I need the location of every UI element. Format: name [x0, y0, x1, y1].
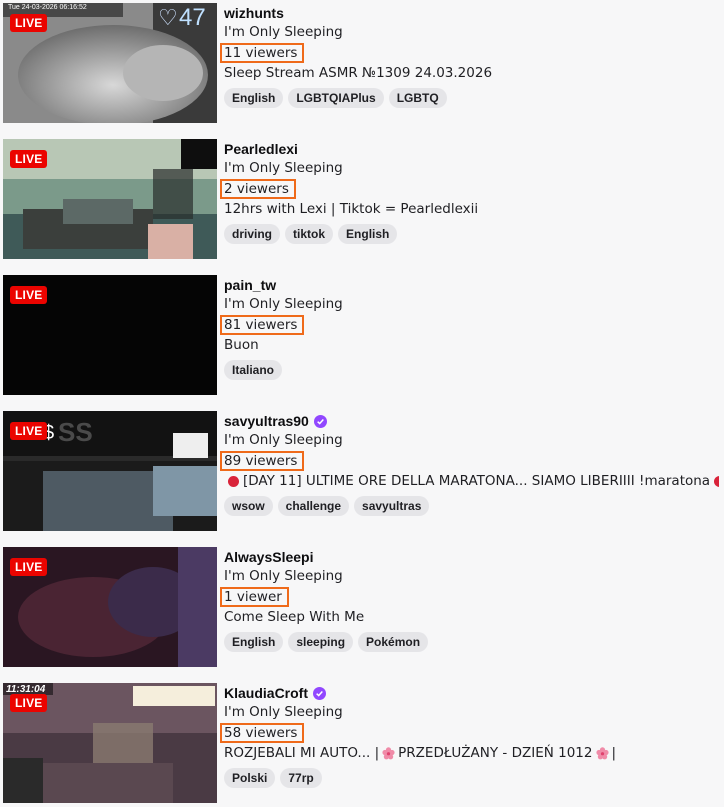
stream-info: KlaudiaCroft I'm Only Sleeping 58 viewer… [220, 683, 719, 788]
svg-text:SS: SS [58, 417, 93, 447]
stream-title[interactable]: Sleep Stream ASMR №1309 24.03.2026 [224, 64, 719, 83]
tag[interactable]: Polski [224, 768, 276, 788]
category-link[interactable]: I'm Only Sleeping [224, 23, 719, 42]
tag-list: English LGBTQIAPlus LGBTQ [224, 88, 719, 108]
channel-name-text[interactable]: wizhunts [224, 4, 284, 22]
tag[interactable]: LGBTQ [388, 88, 447, 108]
tag[interactable]: 77rp [280, 768, 322, 788]
category-link[interactable]: I'm Only Sleeping [224, 295, 719, 314]
channel-name[interactable]: AlwaysSleepi [224, 547, 719, 567]
viewer-count: 1 viewer [220, 587, 289, 607]
tag-list: driving tiktok English [224, 224, 719, 244]
tag[interactable]: driving [224, 224, 281, 244]
cherry-blossom-icon [382, 747, 395, 760]
tag[interactable]: Italiano [224, 360, 283, 380]
tag[interactable]: English [338, 224, 398, 244]
stream-title-text[interactable]: ROZJEBALI MI AUTO... | [224, 744, 379, 763]
stream-card[interactable]: Tue 24-03-2026 06:16:52 ♡ 47 LIVE wizhun… [3, 3, 719, 123]
live-badge: LIVE [10, 558, 48, 576]
tag[interactable]: challenge [277, 496, 350, 516]
stream-title[interactable]: [DAY 11] ULTIME ORE DELLA MARATONA... SI… [224, 472, 719, 491]
stream-title[interactable]: ROZJEBALI MI AUTO... | PRZEDŁUŻANY - DZI… [224, 744, 719, 763]
tag-list: English sleeping Pokémon [224, 632, 719, 652]
stream-title-text[interactable]: [DAY 11] ULTIME ORE DELLA MARATONA... SI… [243, 472, 710, 491]
stream-info: savyultras90 I'm Only Sleeping 89 viewer… [220, 411, 719, 516]
tag[interactable]: English [224, 632, 284, 652]
tag-list: wsow challenge savyultras [224, 496, 719, 516]
stream-card[interactable]: SS $ LIVE savyultras90 I'm Only Sleeping… [3, 411, 719, 531]
red-circle-emoji-icon [228, 476, 239, 487]
viewer-count: 2 viewers [220, 179, 296, 199]
live-badge: LIVE [10, 286, 48, 304]
overlay-like-count: 47 [179, 4, 206, 31]
stream-thumbnail[interactable]: Tue 24-03-2026 06:16:52 ♡ 47 LIVE [3, 3, 217, 123]
stream-thumbnail[interactable]: LIVE [3, 547, 217, 667]
live-badge: LIVE [10, 422, 48, 440]
stream-title[interactable]: Buon [224, 336, 719, 355]
stream-info: wizhunts I'm Only Sleeping 11 viewers Sl… [220, 3, 719, 108]
live-badge: LIVE [10, 150, 48, 168]
stream-thumbnail[interactable]: SS $ LIVE [3, 411, 217, 531]
viewer-count: 89 viewers [220, 451, 305, 471]
tag[interactable]: English [224, 88, 284, 108]
stream-info: pain_tw I'm Only Sleeping 81 viewers Buo… [220, 275, 719, 380]
cherry-blossom-icon [595, 747, 609, 760]
verified-badge-icon [313, 414, 327, 428]
tag[interactable]: savyultras [354, 496, 430, 516]
viewer-count: 81 viewers [220, 315, 305, 335]
tag[interactable]: Pokémon [358, 632, 429, 652]
stream-info: Pearledlexi I'm Only Sleeping 2 viewers … [220, 139, 719, 244]
stream-thumbnail[interactable]: 11:31:04 LIVE [3, 683, 217, 803]
overlay-date: Tue 24-03-2026 06:16:52 [8, 4, 87, 11]
tag-list: Polski 77rp [224, 768, 719, 788]
channel-name-text[interactable]: KlaudiaCroft [224, 684, 308, 702]
stream-card[interactable]: 11:31:04 LIVE KlaudiaCroft I'm Only Slee… [3, 683, 719, 803]
category-link[interactable]: I'm Only Sleeping [224, 567, 719, 586]
channel-name[interactable]: Pearledlexi [224, 139, 719, 159]
stream-card[interactable]: LIVE pain_tw I'm Only Sleeping 81 viewer… [3, 275, 719, 395]
viewer-count: 11 viewers [220, 43, 305, 63]
live-badge: LIVE [10, 694, 48, 712]
category-link[interactable]: I'm Only Sleeping [224, 703, 719, 722]
viewer-count: 58 viewers [220, 723, 305, 743]
channel-name-text[interactable]: AlwaysSleepi [224, 548, 314, 566]
red-circle-emoji-icon [714, 476, 719, 487]
category-link[interactable]: I'm Only Sleeping [224, 159, 719, 178]
heart-icon: ♡ [158, 5, 178, 30]
stream-thumbnail[interactable]: LIVE [3, 275, 217, 395]
stream-title[interactable]: Come Sleep With Me [224, 608, 719, 627]
tag[interactable]: wsow [224, 496, 273, 516]
stream-list: Tue 24-03-2026 06:16:52 ♡ 47 LIVE wizhun… [0, 0, 724, 807]
channel-name[interactable]: KlaudiaCroft [224, 683, 719, 703]
channel-name[interactable]: pain_tw [224, 275, 719, 295]
stream-thumbnail[interactable]: LIVE [3, 139, 217, 259]
stream-card[interactable]: LIVE Pearledlexi I'm Only Sleeping 2 vie… [3, 139, 719, 259]
stream-card[interactable]: LIVE AlwaysSleepi I'm Only Sleeping 1 vi… [3, 547, 719, 667]
tag[interactable]: sleeping [288, 632, 354, 652]
channel-name[interactable]: savyultras90 [224, 411, 719, 431]
channel-name[interactable]: wizhunts [224, 3, 719, 23]
tag[interactable]: LGBTQIAPlus [288, 88, 384, 108]
channel-name-text[interactable]: Pearledlexi [224, 140, 298, 158]
verified-badge-icon [313, 686, 326, 700]
live-badge: LIVE [10, 14, 48, 32]
stream-title[interactable]: 12hrs with Lexi | Tiktok = Pearledlexii [224, 200, 719, 219]
tag[interactable]: tiktok [285, 224, 334, 244]
stream-info: AlwaysSleepi I'm Only Sleeping 1 viewer … [220, 547, 719, 652]
stream-title-text[interactable]: | [612, 744, 617, 763]
tag-list: Italiano [224, 360, 719, 380]
channel-name-text[interactable]: pain_tw [224, 276, 276, 294]
category-link[interactable]: I'm Only Sleeping [224, 431, 719, 450]
stream-title-text[interactable]: PRZEDŁUŻANY - DZIEŃ 1012 [398, 744, 592, 763]
channel-name-text[interactable]: savyultras90 [224, 412, 309, 430]
